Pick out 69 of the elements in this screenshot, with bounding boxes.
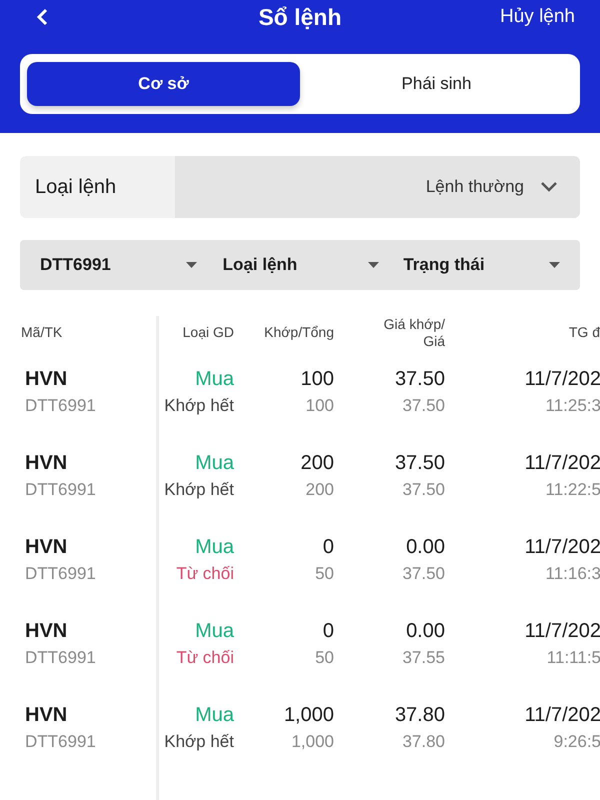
order-time: 9:26:5 (554, 732, 600, 752)
order-type-value: Lệnh thường (426, 177, 524, 197)
match-price: 0.00 (406, 536, 445, 558)
account-number: DTT6991 (25, 648, 97, 668)
stock-symbol: HVN (25, 704, 68, 726)
match-price: 37.50 (394, 368, 445, 390)
total-quantity: 1,000 (291, 732, 334, 752)
order-side: Mua (195, 368, 234, 390)
filter-dropdown[interactable]: DTT6991 (20, 255, 217, 275)
order-status: Khớp hết (164, 480, 234, 500)
column-header: Giá khớp/ Giá (382, 316, 445, 351)
order-side: Mua (195, 536, 234, 558)
dropdown-triangle-icon (549, 262, 560, 268)
order-price: 37.50 (402, 564, 445, 584)
order-date: 11/7/202 (524, 620, 600, 642)
order-price: 37.80 (402, 732, 445, 752)
matched-quantity: 1,000 (284, 704, 334, 726)
order-date: 11/7/202 (524, 452, 600, 474)
match-price: 0.00 (406, 620, 445, 642)
segment-tab[interactable]: Cơ sở (27, 62, 300, 106)
total-quantity: 100 (306, 396, 334, 416)
order-side: Mua (195, 620, 234, 642)
order-side: Mua (195, 452, 234, 474)
order-date: 11/7/202 (524, 536, 600, 558)
match-price: 37.80 (394, 704, 445, 726)
matched-quantity: 0 (322, 536, 334, 558)
order-status: Từ chối (176, 648, 234, 668)
order-status: Khớp hết (164, 732, 234, 752)
match-price: 37.50 (394, 452, 445, 474)
order-time: 11:11:5 (546, 648, 600, 668)
order-time: 11:25:3 (546, 396, 600, 416)
order-date: 11/7/202 (524, 368, 600, 390)
back-icon[interactable] (35, 8, 49, 26)
chevron-down-icon (540, 181, 558, 193)
account-number: DTT6991 (25, 564, 97, 584)
order-type-label: Loại lệnh (20, 156, 175, 218)
column-header: Khớp/Tổng (263, 323, 334, 342)
stock-symbol: HVN (25, 620, 68, 642)
order-date: 11/7/202 (524, 704, 600, 726)
order-time: 11:16:3 (546, 564, 600, 584)
stock-symbol: HVN (25, 368, 68, 390)
filter-dropdown[interactable]: Trạng thái (399, 255, 580, 275)
matched-quantity: 100 (300, 368, 334, 390)
column-header: Mã/TK (20, 323, 64, 342)
order-status: Từ chối (176, 564, 234, 584)
order-price: 37.50 (402, 480, 445, 500)
order-status: Khớp hết (164, 396, 234, 416)
account-number: DTT6991 (25, 480, 97, 500)
total-quantity: 50 (315, 564, 334, 584)
matched-quantity: 0 (322, 620, 334, 642)
order-time: 11:22:5 (546, 480, 600, 500)
dropdown-triangle-icon (368, 262, 380, 268)
order-price: 37.50 (402, 396, 445, 416)
order-price: 37.55 (402, 648, 445, 668)
column-header: Loại GD (182, 323, 234, 342)
total-quantity: 200 (306, 480, 334, 500)
account-number: DTT6991 (25, 732, 97, 752)
cancel-order-link[interactable]: Hủy lệnh (500, 6, 575, 28)
stock-symbol: HVN (25, 452, 68, 474)
order-side: Mua (195, 704, 234, 726)
total-quantity: 50 (315, 648, 334, 668)
column-header: TG đ (568, 323, 600, 342)
page-title: Sổ lệnh (258, 4, 342, 30)
dropdown-triangle-icon (186, 262, 197, 268)
matched-quantity: 200 (300, 452, 334, 474)
account-number: DTT6991 (25, 396, 97, 416)
stock-symbol: HVN (25, 536, 68, 558)
filter-dropdown[interactable]: Loại lệnh (216, 255, 400, 275)
segment-tab[interactable]: Phái sinh (300, 62, 573, 106)
